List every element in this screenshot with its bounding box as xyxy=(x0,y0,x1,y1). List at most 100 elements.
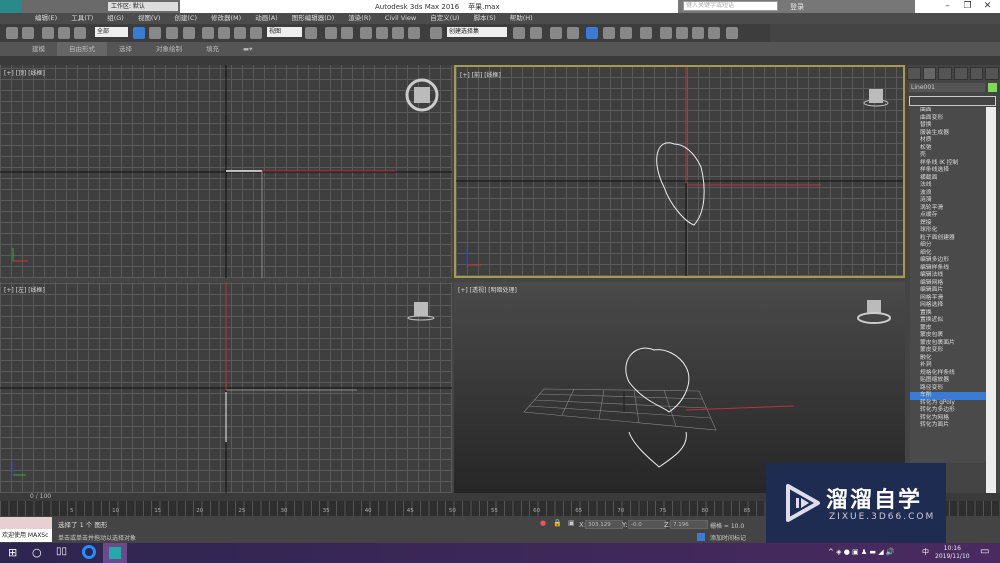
ribbon-options-icon[interactable]: ▬▾ xyxy=(231,42,264,56)
spinner-snap-icon[interactable] xyxy=(408,27,420,39)
modifier-item[interactable]: 球形化 xyxy=(910,227,986,235)
modifier-item[interactable]: 波浪 xyxy=(910,190,986,198)
menu-rendering[interactable]: 渲染(R) xyxy=(341,13,378,24)
modifier-item[interactable]: 样条线选择 xyxy=(910,167,986,175)
viewport-front[interactable]: [+] [前] [线框] xyxy=(454,65,905,278)
search-icon[interactable]: ○ xyxy=(32,546,42,559)
redo-icon[interactable] xyxy=(22,27,34,39)
start-icon[interactable]: ⊞ xyxy=(8,546,17,559)
modifier-item[interactable]: 蒙皮变形 xyxy=(910,347,986,355)
keyboard-shortcut-icon[interactable] xyxy=(341,27,353,39)
modifier-item[interactable]: 融化 xyxy=(910,355,986,363)
close-button[interactable]: ✕ xyxy=(975,0,1000,12)
modifier-item[interactable]: 规格化样条线 xyxy=(910,370,986,378)
lock-icon[interactable]: 🔒 xyxy=(553,519,562,527)
modifier-item[interactable]: 编辑网格 xyxy=(910,280,986,288)
rotate-icon[interactable] xyxy=(218,27,230,39)
unlink-icon[interactable] xyxy=(58,27,70,39)
hierarchy-tab-icon[interactable] xyxy=(938,67,953,80)
login-button[interactable]: 登录 xyxy=(790,2,804,12)
pivot-icon[interactable] xyxy=(305,27,317,39)
utilities-tab-icon[interactable] xyxy=(985,67,1000,80)
modify-tab-icon[interactable] xyxy=(922,67,937,80)
modifier-item[interactable]: 转化为 gPoly xyxy=(910,400,986,408)
move-icon[interactable] xyxy=(202,27,214,39)
modifier-item[interactable]: 粒子面创建器 xyxy=(910,235,986,243)
schematic-view-icon[interactable] xyxy=(620,27,632,39)
modifier-item[interactable]: 壳 xyxy=(910,152,986,160)
menu-edit[interactable]: 编辑(E) xyxy=(28,13,64,24)
undo-icon[interactable] xyxy=(6,27,18,39)
modifier-item[interactable]: 转化为面片 xyxy=(910,422,986,430)
modifier-item[interactable]: 替换 xyxy=(910,122,986,130)
menu-help[interactable]: 帮助(H) xyxy=(503,13,540,24)
modifier-item[interactable]: 服装生成器 xyxy=(910,130,986,138)
link-icon[interactable] xyxy=(42,27,54,39)
object-name-field[interactable]: Line001 xyxy=(909,83,985,92)
modifier-item[interactable]: 涟漪 xyxy=(910,197,986,205)
modifier-item[interactable]: 曲面 xyxy=(910,107,986,115)
tray-icons[interactable]: ^ ◈ ● ▣ ♟ ▬ ◢ 🔊 xyxy=(828,548,895,556)
menu-tools[interactable]: 工具(T) xyxy=(64,13,100,24)
window-crossing-icon[interactable] xyxy=(183,27,195,39)
material-editor-icon[interactable] xyxy=(640,27,652,39)
maxscript-welcome[interactable]: 欢迎使用 MAXSc xyxy=(0,529,52,542)
percent-snap-icon[interactable] xyxy=(392,27,404,39)
mirror-icon[interactable] xyxy=(513,27,525,39)
render-setup-icon[interactable] xyxy=(660,27,672,39)
modifier-item[interactable]: 补洞 xyxy=(910,362,986,370)
modifier-item[interactable]: 横截面 xyxy=(910,175,986,183)
viewport-perspective[interactable]: [+] [透视] [明暗处理] xyxy=(454,282,905,493)
search-input[interactable]: 键入关键字或短语 xyxy=(683,1,778,11)
modifier-item[interactable]: 细化 xyxy=(910,250,986,258)
task-view-icon[interactable]: ▯▯ xyxy=(56,546,67,557)
motion-tab-icon[interactable] xyxy=(954,67,968,80)
ribbon-toggle-icon[interactable] xyxy=(586,27,598,39)
modifier-item[interactable]: 编辑法线 xyxy=(910,272,986,280)
y-coordinate[interactable]: -0.0 xyxy=(628,520,666,529)
viewport-left[interactable]: [+] [左] [线框] xyxy=(0,282,452,493)
modifier-item[interactable]: 贴图缩放器 xyxy=(910,377,986,385)
menu-civil-view[interactable]: Civil View xyxy=(378,13,423,24)
modifier-item[interactable]: 焊接 xyxy=(910,220,986,228)
modifier-item[interactable]: 细分 xyxy=(910,242,986,250)
add-time-tag[interactable]: 添加时间标记 xyxy=(710,533,746,542)
menu-customize[interactable]: 自定义(U) xyxy=(423,13,466,24)
curve-editor-icon[interactable] xyxy=(603,27,615,39)
modifier-item[interactable]: 蒙皮包裹面片 xyxy=(910,340,986,348)
rect-selection-icon[interactable] xyxy=(166,27,178,39)
scene-explorer-icon[interactable] xyxy=(567,27,579,39)
modifier-item[interactable]: 网格选择 xyxy=(910,302,986,310)
select-place-icon[interactable] xyxy=(250,27,262,39)
tab-populate[interactable]: 填充 xyxy=(194,42,231,56)
menu-modifiers[interactable]: 修改器(M) xyxy=(204,13,248,24)
modifier-item[interactable]: 松弛 xyxy=(910,145,986,153)
modifier-item[interactable]: 样条线 IK 控制 xyxy=(910,160,986,168)
transform-mode-icon[interactable]: ▣ xyxy=(568,519,575,527)
object-color-swatch[interactable] xyxy=(988,83,997,92)
modifier-item[interactable]: 法线 xyxy=(910,182,986,190)
modifier-item[interactable]: 置换近似 xyxy=(910,317,986,325)
scale-icon[interactable] xyxy=(234,27,246,39)
named-selection-set-dropdown[interactable]: 创建选择集 xyxy=(447,27,507,37)
display-tab-icon[interactable] xyxy=(969,67,984,80)
modifier-item[interactable]: 网格平滑 xyxy=(910,295,986,303)
modifier-item[interactable]: 转化为网格 xyxy=(910,415,986,423)
browser-icon[interactable] xyxy=(82,545,96,559)
modifier-item[interactable]: 转化为多边形 xyxy=(910,407,986,415)
z-coordinate[interactable]: 7.196 xyxy=(670,520,708,529)
modifier-item[interactable]: 车削 xyxy=(910,392,986,400)
modifier-item[interactable]: 蒙皮 xyxy=(910,325,986,333)
modifier-list-dropdown[interactable] xyxy=(909,96,996,106)
ime-indicator[interactable]: 中 xyxy=(922,547,929,557)
render-icon[interactable] xyxy=(692,27,704,39)
tab-object-paint[interactable]: 对象绘制 xyxy=(144,42,194,56)
align-icon[interactable] xyxy=(530,27,542,39)
tab-modeling[interactable]: 建模 xyxy=(20,42,57,56)
select-object-icon[interactable] xyxy=(133,27,145,39)
modifier-item[interactable]: 蒙皮包裹 xyxy=(910,332,986,340)
edit-named-selection-icon[interactable] xyxy=(430,27,442,39)
menu-create[interactable]: 创建(C) xyxy=(167,13,204,24)
modifier-item[interactable]: 编辑面片 xyxy=(910,287,986,295)
bind-spacewarp-icon[interactable] xyxy=(74,27,86,39)
